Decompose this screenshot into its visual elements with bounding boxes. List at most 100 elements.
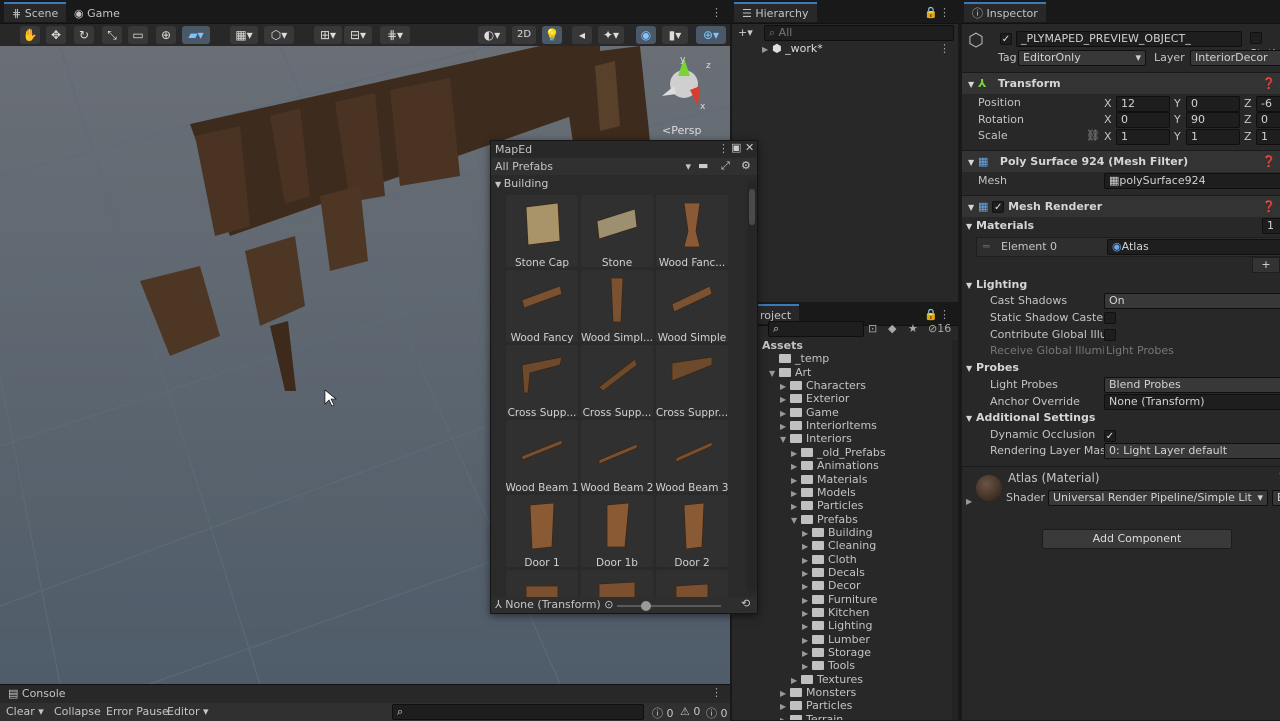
close-icon[interactable]: ✕: [745, 141, 754, 154]
chevron-down-icon[interactable]: ▼: [791, 513, 801, 529]
rotation-x-field[interactable]: 0: [1116, 112, 1170, 128]
drag-handle-icon[interactable]: ═: [983, 240, 990, 253]
lighting-foldout[interactable]: ▼ Lighting: [966, 277, 1027, 293]
2d-toggle-button[interactable]: 2D: [512, 26, 536, 44]
project-menu-icon[interactable]: ⋮: [939, 308, 950, 321]
chevron-down-icon[interactable]: ▼: [780, 432, 790, 448]
scale-tool-icon[interactable]: ⤡: [102, 26, 122, 44]
folder-open-icon[interactable]: ▬: [698, 159, 708, 172]
prefab-tile[interactable]: [506, 570, 578, 597]
rotation-x-label[interactable]: X: [1104, 112, 1112, 128]
dynamic-occlusion-checkbox[interactable]: ✓: [1104, 429, 1116, 442]
help-icon[interactable]: ❓: [1262, 151, 1276, 173]
error-count[interactable]: ⓘ 0: [706, 705, 728, 721]
scene-menu-icon[interactable]: ⋮: [939, 42, 950, 55]
maped-menu-icon[interactable]: ⋮: [718, 142, 729, 155]
add-component-button[interactable]: Add Component: [1042, 529, 1232, 549]
active-checkbox[interactable]: ✓: [1000, 32, 1012, 45]
perspective-label[interactable]: <Persp: [662, 124, 701, 137]
lighting-toggle-icon[interactable]: 💡: [542, 26, 562, 44]
rect-tool-icon[interactable]: ▭: [128, 26, 148, 44]
hidden-packages-icon[interactable]: ⊘16: [928, 322, 951, 335]
rotation-z-label[interactable]: Z: [1244, 112, 1252, 128]
grid-visibility-icon[interactable]: ⋕▾: [380, 26, 410, 44]
scale-y-field[interactable]: 1: [1186, 129, 1240, 145]
clear-button[interactable]: Clear ▾: [6, 705, 44, 718]
link-scale-icon[interactable]: ⛓: [1086, 129, 1100, 142]
prefab-tile[interactable]: Stone: [581, 195, 653, 269]
light-probes-dropdown[interactable]: Blend Probes: [1104, 377, 1280, 393]
anchor-override-field[interactable]: None (Transform): [1104, 394, 1280, 410]
tab-game[interactable]: ◉ Game: [66, 4, 128, 24]
size-slider-track[interactable]: [617, 605, 721, 607]
prefab-tile[interactable]: Cross Supp...: [581, 345, 653, 419]
expand-arrow-icon[interactable]: ▶: [966, 497, 972, 506]
object-name-field[interactable]: _PLYMAPED_PREVIEW_OBJECT_: [1016, 31, 1242, 47]
hand-tool-icon[interactable]: ✋: [20, 26, 40, 44]
project-search-input[interactable]: ⌕: [768, 321, 864, 337]
size-slider-thumb[interactable]: [641, 601, 651, 611]
prefab-tile[interactable]: Wood Beam 1: [506, 420, 578, 494]
scrollbar-thumb[interactable]: [749, 189, 755, 225]
parent-transform-field[interactable]: ⅄ None (Transform) ⊙: [495, 598, 613, 611]
help-icon[interactable]: ❓: [1262, 196, 1276, 218]
shader-edit-button[interactable]: E: [1272, 490, 1280, 506]
search-type-icon[interactable]: ⊡: [868, 322, 877, 335]
filter-label-icon[interactable]: ◆: [888, 322, 896, 335]
static-shadow-caster-checkbox[interactable]: [1104, 312, 1116, 327]
prefab-tile[interactable]: Wood Simple: [656, 270, 728, 344]
mesh-renderer-header[interactable]: ▼ ▦ ✓ Mesh Renderer ❓: [962, 195, 1280, 217]
snap-tool-icon[interactable]: ▰▾: [182, 26, 210, 44]
shader-dropdown[interactable]: Universal Render Pipeline/Simple Lit ▾: [1048, 490, 1268, 506]
collapse-button[interactable]: Collapse: [54, 705, 101, 718]
refresh-icon[interactable]: ⟲: [741, 597, 750, 610]
console-menu-icon[interactable]: ⋮: [711, 686, 722, 699]
help-icon[interactable]: ❓: [1262, 73, 1276, 95]
effects-toggle-icon[interactable]: ✦▾: [598, 26, 624, 44]
position-z-label[interactable]: Z: [1244, 96, 1252, 112]
console-search-input[interactable]: ⌕: [392, 704, 644, 720]
prefab-tile[interactable]: Wood Fancy: [506, 270, 578, 344]
chevron-down-icon[interactable]: ▼: [769, 366, 779, 382]
rendering-layer-dropdown[interactable]: 0: Light Layer default: [1104, 443, 1280, 459]
prefab-tile[interactable]: Cross Supp...: [506, 345, 578, 419]
scale-x-label[interactable]: X: [1104, 129, 1112, 145]
tab-inspector[interactable]: ⓘ Inspector: [964, 2, 1046, 22]
visibility-toggle-icon[interactable]: ◉: [636, 26, 656, 44]
shading-mode-icon[interactable]: ◐▾: [478, 26, 506, 44]
favorites-icon[interactable]: ★: [908, 322, 918, 335]
position-x-label[interactable]: X: [1104, 96, 1112, 112]
prefab-tile[interactable]: Wood Beam 2: [581, 420, 653, 494]
position-y-field[interactable]: 0: [1186, 96, 1240, 112]
prefab-tile[interactable]: Door 1: [506, 495, 578, 569]
settings-gear-icon[interactable]: ⚙: [741, 159, 751, 172]
chevron-right-icon[interactable]: ▶: [780, 713, 790, 720]
prefab-tile[interactable]: Wood Fanc...: [656, 195, 728, 269]
cast-shadows-dropdown[interactable]: On: [1104, 293, 1280, 309]
position-x-field[interactable]: 12: [1116, 96, 1170, 112]
log-count[interactable]: ⓘ 0: [652, 705, 674, 721]
rotation-y-field[interactable]: 90: [1186, 112, 1240, 128]
additional-settings-foldout[interactable]: ▼ Additional Settings: [966, 410, 1095, 426]
pick-tool-icon[interactable]: ⤢: [721, 159, 730, 173]
tab-scene[interactable]: ⋕ Scene: [4, 2, 67, 22]
maped-titlebar[interactable]: MapEd ⋮ ▣ ✕: [491, 141, 757, 157]
project-scrollbar[interactable]: [952, 340, 958, 720]
mesh-field[interactable]: ▦polySurface924: [1104, 173, 1280, 189]
rotation-y-label[interactable]: Y: [1174, 112, 1181, 128]
materials-count-field[interactable]: 1: [1262, 218, 1280, 234]
editor-dropdown[interactable]: Editor ▾: [167, 705, 209, 718]
lock-icon[interactable]: 🔒: [924, 6, 938, 19]
audio-toggle-icon[interactable]: ◂: [572, 26, 592, 44]
transform-tool-icon[interactable]: ⊕: [156, 26, 176, 44]
prefab-tile[interactable]: Cross Suppr...: [656, 345, 728, 419]
scene-menu-icon[interactable]: ⋮: [711, 6, 722, 19]
help-icon[interactable]: ❓: [1276, 471, 1280, 484]
probes-foldout[interactable]: ▼ Probes: [966, 360, 1019, 376]
hierarchy-root-scene[interactable]: ▶ ⬢ _work*: [762, 41, 823, 57]
prefab-tile[interactable]: Wood Simpl...: [581, 270, 653, 344]
scale-z-label[interactable]: Z: [1244, 129, 1252, 145]
add-material-button[interactable]: +: [1252, 257, 1280, 273]
maximize-icon[interactable]: ▣: [731, 141, 741, 154]
expand-arrow-icon[interactable]: ▶: [762, 42, 772, 58]
